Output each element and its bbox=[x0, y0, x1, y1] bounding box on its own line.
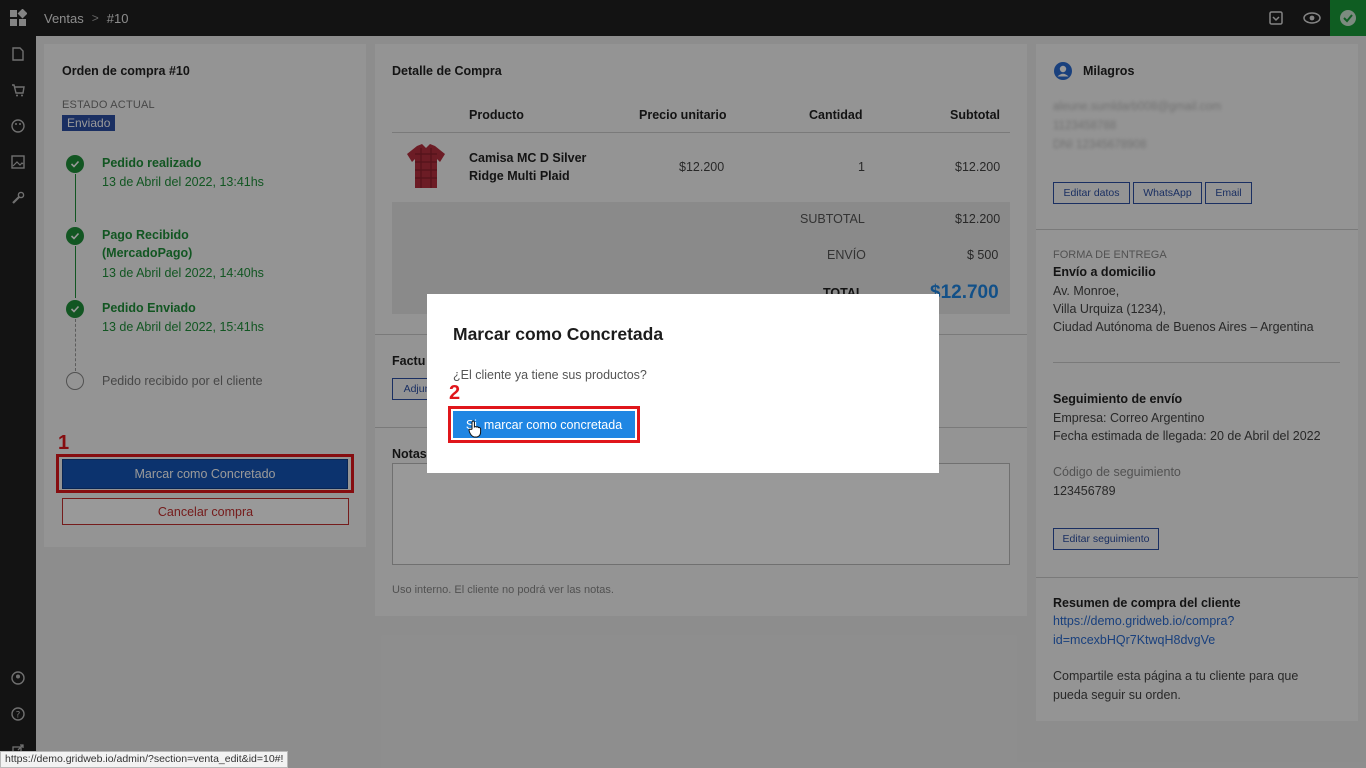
hand-cursor-icon bbox=[468, 420, 482, 443]
annotation-number: 2 bbox=[449, 382, 461, 404]
confirm-modal: Marcar como Concretada ¿El cliente ya ti… bbox=[427, 294, 939, 473]
modal-message: ¿El cliente ya tiene sus productos? bbox=[453, 368, 647, 382]
modal-title: Marcar como Concretada bbox=[453, 324, 664, 344]
browser-status-bar: https://demo.gridweb.io/admin/?section=v… bbox=[0, 751, 289, 768]
